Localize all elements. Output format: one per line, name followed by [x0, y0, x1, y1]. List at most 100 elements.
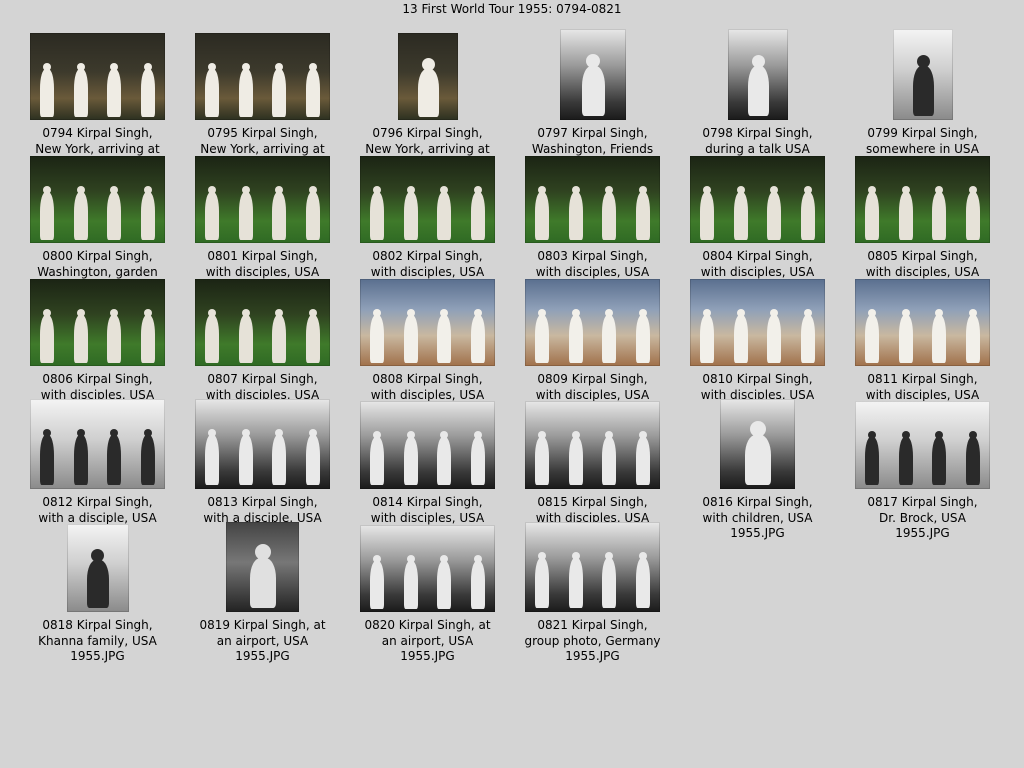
thumbnail-image[interactable] — [360, 525, 495, 612]
thumbnail-image[interactable] — [690, 156, 825, 243]
thumbnail-item[interactable]: 0816 Kirpal Singh, with children, USA 1955… — [675, 397, 840, 542]
photo-person-head — [916, 55, 930, 69]
photo-person-figure — [141, 68, 155, 117]
photo-person-head — [737, 185, 745, 194]
photo-person-figure — [932, 191, 946, 240]
thumbnail-image[interactable] — [855, 156, 990, 243]
thumbnail-item[interactable]: 0806 Kirpal Singh, with disciples, USA — [15, 274, 180, 403]
thumbnail-image[interactable] — [195, 279, 330, 366]
thumbnail-item[interactable]: 0798 Kirpal Singh, during a talk USA — [675, 28, 840, 157]
thumbnail-image[interactable] — [195, 156, 330, 243]
thumbnail-item[interactable]: 0799 Kirpal Singh, somewhere in USA — [840, 28, 1005, 157]
caption-line: 0803 Kirpal Singh, — [537, 249, 648, 263]
photo-person-figure — [569, 558, 583, 609]
thumbnail-caption[interactable]: 0817 Kirpal Singh, Dr. Brock, USA 1955.JPG — [840, 495, 1005, 542]
thumbnail-caption[interactable]: 0820 Kirpal Singh, at an airport, USA 1955… — [345, 618, 510, 665]
thumbnail-item[interactable]: 0813 Kirpal Singh, with a disciple, USA — [180, 397, 345, 526]
caption-line: 0794 Kirpal Singh, — [42, 126, 153, 140]
photo-person-figure — [602, 437, 616, 486]
thumbnail-image[interactable] — [30, 279, 165, 366]
thumbnail-image[interactable] — [855, 279, 990, 366]
thumbnail-image[interactable] — [525, 279, 660, 366]
photo-person-figure — [602, 314, 616, 363]
photo-person-head — [407, 308, 415, 317]
thumbnail-frame — [345, 397, 510, 489]
thumbnail-item[interactable]: 0804 Kirpal Singh, with disciples, USA — [675, 151, 840, 280]
photo-person-figure — [569, 437, 583, 486]
thumbnail-image[interactable] — [226, 522, 299, 612]
thumbnail-image[interactable] — [360, 401, 495, 489]
thumbnail-frame — [345, 274, 510, 366]
thumbnail-item[interactable]: 0811 Kirpal Singh, with disciples, USA — [840, 274, 1005, 403]
thumbnail-item[interactable]: 0805 Kirpal Singh, with disciples, USA — [840, 151, 1005, 280]
thumbnail-item[interactable]: 0812 Kirpal Singh, with a disciple, USA — [15, 397, 180, 526]
thumbnail-image[interactable] — [855, 401, 990, 489]
thumbnail-image[interactable] — [525, 401, 660, 489]
photo-person-figure — [767, 314, 781, 363]
thumbnail-image[interactable] — [727, 29, 788, 120]
thumbnail-item[interactable]: 0810 Kirpal Singh, with disciples, USA — [675, 274, 840, 403]
thumbnail-image[interactable] — [195, 33, 330, 120]
thumbnail-image[interactable] — [66, 524, 129, 612]
thumbnail-item[interactable]: 0795 Kirpal Singh, New York, arriving at — [180, 28, 345, 157]
thumbnail-item[interactable]: 0815 Kirpal Singh, with disciples, USA — [510, 397, 675, 526]
photo-person-head — [703, 185, 711, 194]
thumbnail-image[interactable] — [30, 33, 165, 120]
thumbnail-item[interactable]: 0809 Kirpal Singh, with disciples, USA — [510, 274, 675, 403]
thumbnail-image[interactable] — [195, 399, 330, 489]
thumbnail-image[interactable] — [30, 399, 165, 489]
photo-person-figure — [141, 314, 155, 363]
thumbnail-image[interactable] — [360, 279, 495, 366]
thumbnail-item[interactable]: 0819 Kirpal Singh, at an airport, USA 1955… — [180, 520, 345, 665]
caption-line: with children, USA — [702, 510, 813, 525]
caption-line: group photo, Germany — [524, 633, 661, 648]
thumbnail-item[interactable]: 0818 Kirpal Singh, Khanna family, USA 1955… — [15, 520, 180, 665]
photo-person-head — [572, 185, 580, 194]
caption-line: Khanna family, USA — [38, 633, 157, 648]
photo-person-head — [242, 62, 250, 71]
photo-person-figure — [205, 68, 219, 117]
thumbnail-item[interactable]: 0796 Kirpal Singh, New York, arriving at — [345, 28, 510, 157]
thumbnail-image[interactable] — [397, 33, 458, 120]
thumbnail-item[interactable]: 0817 Kirpal Singh, Dr. Brock, USA 1955.JPG — [840, 397, 1005, 542]
thumbnail-caption[interactable]: 0819 Kirpal Singh, at an airport, USA 1955… — [180, 618, 345, 665]
photo-person-figure — [636, 558, 650, 609]
thumbnail-item[interactable]: 0801 Kirpal Singh, with disciples, USA — [180, 151, 345, 280]
thumbnail-item[interactable]: 0821 Kirpal Singh, group photo, Germany 19… — [510, 520, 675, 665]
thumbnail-item[interactable]: 0794 Kirpal Singh, New York, arriving at — [15, 28, 180, 157]
photo-person-figure — [370, 437, 384, 486]
thumbnail-image[interactable] — [525, 156, 660, 243]
thumbnail-frame — [675, 28, 840, 120]
photo-person-head — [703, 308, 711, 317]
thumbnail-item[interactable]: 0802 Kirpal Singh, with disciples, USA — [345, 151, 510, 280]
thumbnail-item[interactable]: 0797 Kirpal Singh, Washington, Friends — [510, 28, 675, 157]
thumbnail-item[interactable]: 0807 Kirpal Singh, with disciples, USA — [180, 274, 345, 403]
thumbnail-image[interactable] — [892, 29, 953, 120]
thumbnail-image[interactable] — [525, 522, 660, 612]
thumbnail-item[interactable]: 0820 Kirpal Singh, at an airport, USA 1955… — [345, 520, 510, 665]
photo-person-figure — [569, 314, 583, 363]
photo-person-figure — [535, 558, 549, 609]
thumbnail-item[interactable]: 0814 Kirpal Singh, with disciples, USA — [345, 397, 510, 526]
thumbnail-item[interactable]: 0803 Kirpal Singh, with disciples, USA — [510, 151, 675, 280]
thumbnail-image[interactable] — [720, 399, 795, 489]
thumbnail-caption[interactable]: 0821 Kirpal Singh, group photo, Germany 19… — [510, 618, 675, 665]
thumbnail-item[interactable]: 0808 Kirpal Singh, with disciples, USA — [345, 274, 510, 403]
caption-line: an airport, USA — [216, 633, 309, 648]
thumbnail-caption[interactable]: 0816 Kirpal Singh, with children, USA 1955… — [675, 495, 840, 542]
photo-person-figure — [86, 560, 109, 609]
caption-line: 0801 Kirpal Singh, — [207, 249, 318, 263]
thumbnail-caption[interactable]: 0818 Kirpal Singh, Khanna family, USA 1955… — [15, 618, 180, 665]
thumbnail-item[interactable]: 0800 Kirpal Singh, Washington, garden — [15, 151, 180, 280]
thumbnail-image[interactable] — [360, 156, 495, 243]
thumbnail-frame — [840, 274, 1005, 366]
photo-person-figure — [700, 191, 714, 240]
caption-line: 0807 Kirpal Singh, — [207, 372, 318, 386]
thumbnail-image[interactable] — [30, 156, 165, 243]
thumbnail-frame — [510, 274, 675, 366]
thumbnail-image[interactable] — [559, 29, 626, 120]
thumbnail-image[interactable] — [690, 279, 825, 366]
photo-person-figure — [306, 314, 320, 363]
photo-person-figure — [767, 191, 781, 240]
caption-line: 0798 Kirpal Singh, — [702, 126, 813, 140]
